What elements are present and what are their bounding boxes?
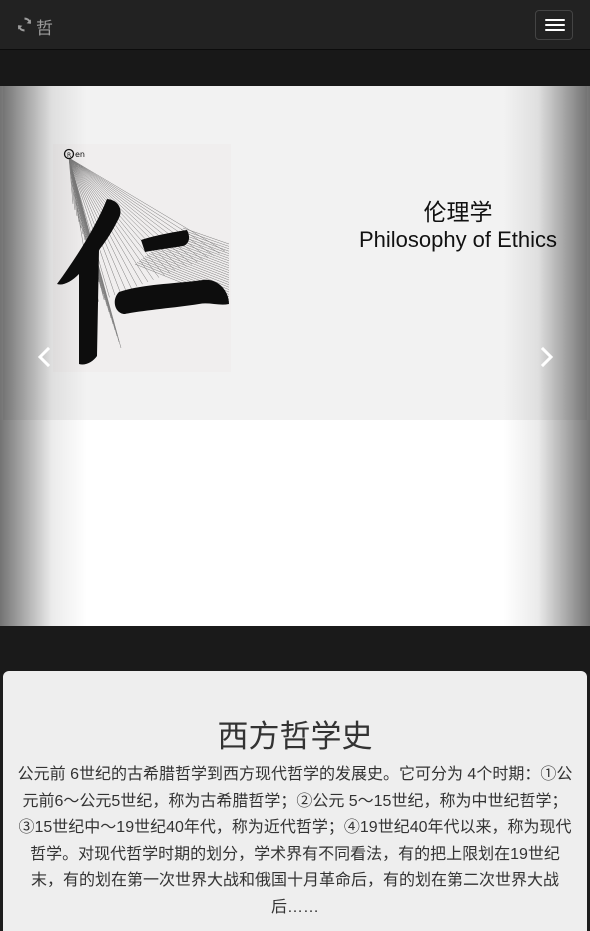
carousel-top-strip xyxy=(0,50,590,86)
brand-text: 哲 xyxy=(36,18,53,39)
refresh-icon xyxy=(16,16,33,37)
carousel-slide: R en 伦理学 Philosophy of Ethics xyxy=(3,86,587,420)
content-panel: 西方哲学史 公元前 6世纪的古希腊哲学到西方现代哲学的发展史。它可分为 4个时期… xyxy=(3,671,587,931)
top-navbar: 哲 xyxy=(0,0,590,50)
panel-heading: 西方哲学史 xyxy=(217,719,373,755)
carousel-bottom-strip xyxy=(0,626,590,674)
chevron-left-icon[interactable] xyxy=(34,345,54,369)
image-carousel: R en 伦理学 Philosophy of Ethics xyxy=(0,86,590,626)
chevron-right-icon[interactable] xyxy=(537,345,557,369)
navbar-toggle-button[interactable] xyxy=(535,10,573,40)
brand-link[interactable]: 哲 xyxy=(16,14,53,39)
panel-body-text: 公元前 6世纪的古希腊哲学到西方现代哲学的发展史。它可分为 4个时期：①公元前6… xyxy=(17,766,573,916)
